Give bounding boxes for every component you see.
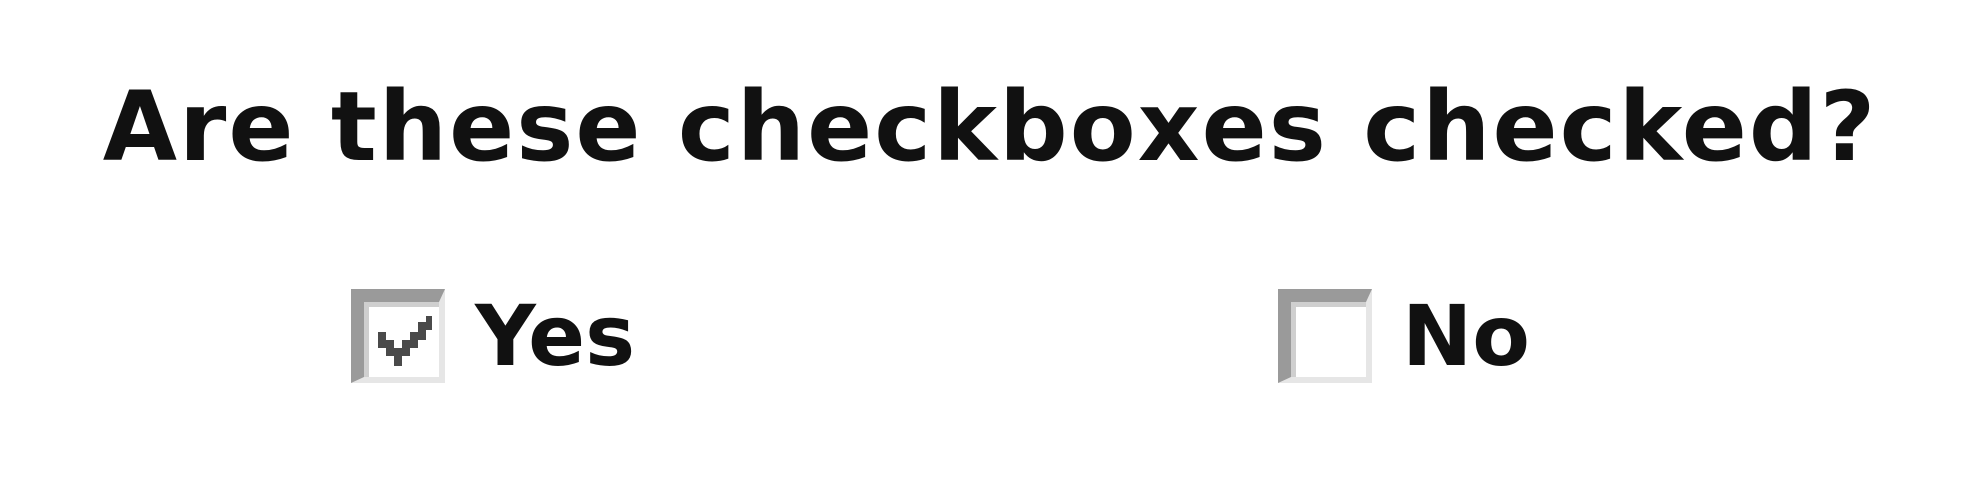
checkmark-icon [378, 316, 432, 366]
question-title: Are these checkboxes checked? [102, 71, 1878, 183]
yes-checkbox[interactable] [351, 289, 445, 383]
no-checkbox[interactable] [1278, 289, 1372, 383]
no-label: No [1402, 287, 1531, 385]
page: Are these checkboxes checked? Yes No [0, 0, 1980, 480]
yes-label: Yes [475, 287, 636, 385]
option-no[interactable]: No [1278, 288, 1530, 384]
option-yes[interactable]: Yes [351, 288, 635, 384]
